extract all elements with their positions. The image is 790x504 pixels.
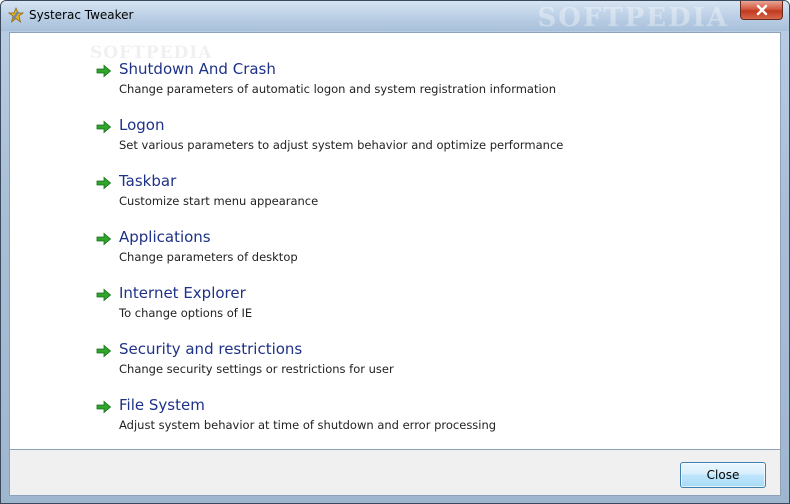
- item-description: Change security settings or restrictions…: [119, 362, 394, 376]
- item-label[interactable]: File System: [119, 396, 205, 414]
- item-description: Adjust system behavior at time of shutdo…: [119, 418, 497, 432]
- item-description: Customize start menu appearance: [119, 194, 319, 208]
- green-arrow-icon: [96, 120, 112, 134]
- green-arrow-icon: [96, 400, 112, 414]
- close-button[interactable]: Close: [680, 462, 766, 488]
- item-applications[interactable]: Applications Change parameters of deskto…: [96, 228, 696, 270]
- wrench-star-icon: [8, 7, 24, 23]
- title-bar[interactable]: Systerac Tweaker SOFTPEDIA: [1, 1, 789, 33]
- item-taskbar[interactable]: Taskbar Customize start menu appearance: [96, 172, 696, 214]
- item-file-system[interactable]: File System Adjust system behavior at ti…: [96, 396, 696, 438]
- item-label[interactable]: Applications: [119, 228, 211, 246]
- item-logon[interactable]: Logon Set various parameters to adjust s…: [96, 116, 696, 158]
- item-label[interactable]: Shutdown And Crash: [119, 60, 276, 78]
- green-arrow-icon: [96, 176, 112, 190]
- button-bar: Close: [9, 450, 781, 496]
- item-label[interactable]: Taskbar: [119, 172, 176, 190]
- close-icon: [756, 4, 767, 16]
- green-arrow-icon: [96, 288, 112, 302]
- item-label[interactable]: Logon: [119, 116, 164, 134]
- titlebar-watermark: SOFTPEDIA: [537, 3, 729, 33]
- green-arrow-icon: [96, 64, 112, 78]
- green-arrow-icon: [96, 344, 112, 358]
- item-description: Change parameters of desktop: [119, 250, 298, 264]
- green-arrow-icon: [96, 232, 112, 246]
- item-description: To change options of IE: [119, 306, 253, 320]
- main-window: Systerac Tweaker SOFTPEDIA SOFTPEDIA Shu…: [0, 0, 790, 504]
- item-label[interactable]: Internet Explorer: [119, 284, 246, 302]
- item-shutdown-and-crash[interactable]: Shutdown And Crash Change parameters of …: [96, 60, 696, 102]
- item-description: Change parameters of automatic logon and…: [119, 82, 557, 96]
- item-description: Set various parameters to adjust system …: [119, 138, 564, 152]
- item-internet-explorer[interactable]: Internet Explorer To change options of I…: [96, 284, 696, 326]
- item-security-and-restrictions[interactable]: Security and restrictions Change securit…: [96, 340, 696, 382]
- item-label[interactable]: Security and restrictions: [119, 340, 302, 358]
- content-panel: SOFTPEDIA Shutdown And Crash Change para…: [9, 32, 781, 450]
- window-title: Systerac Tweaker: [29, 8, 134, 22]
- window-close-button[interactable]: [740, 1, 783, 20]
